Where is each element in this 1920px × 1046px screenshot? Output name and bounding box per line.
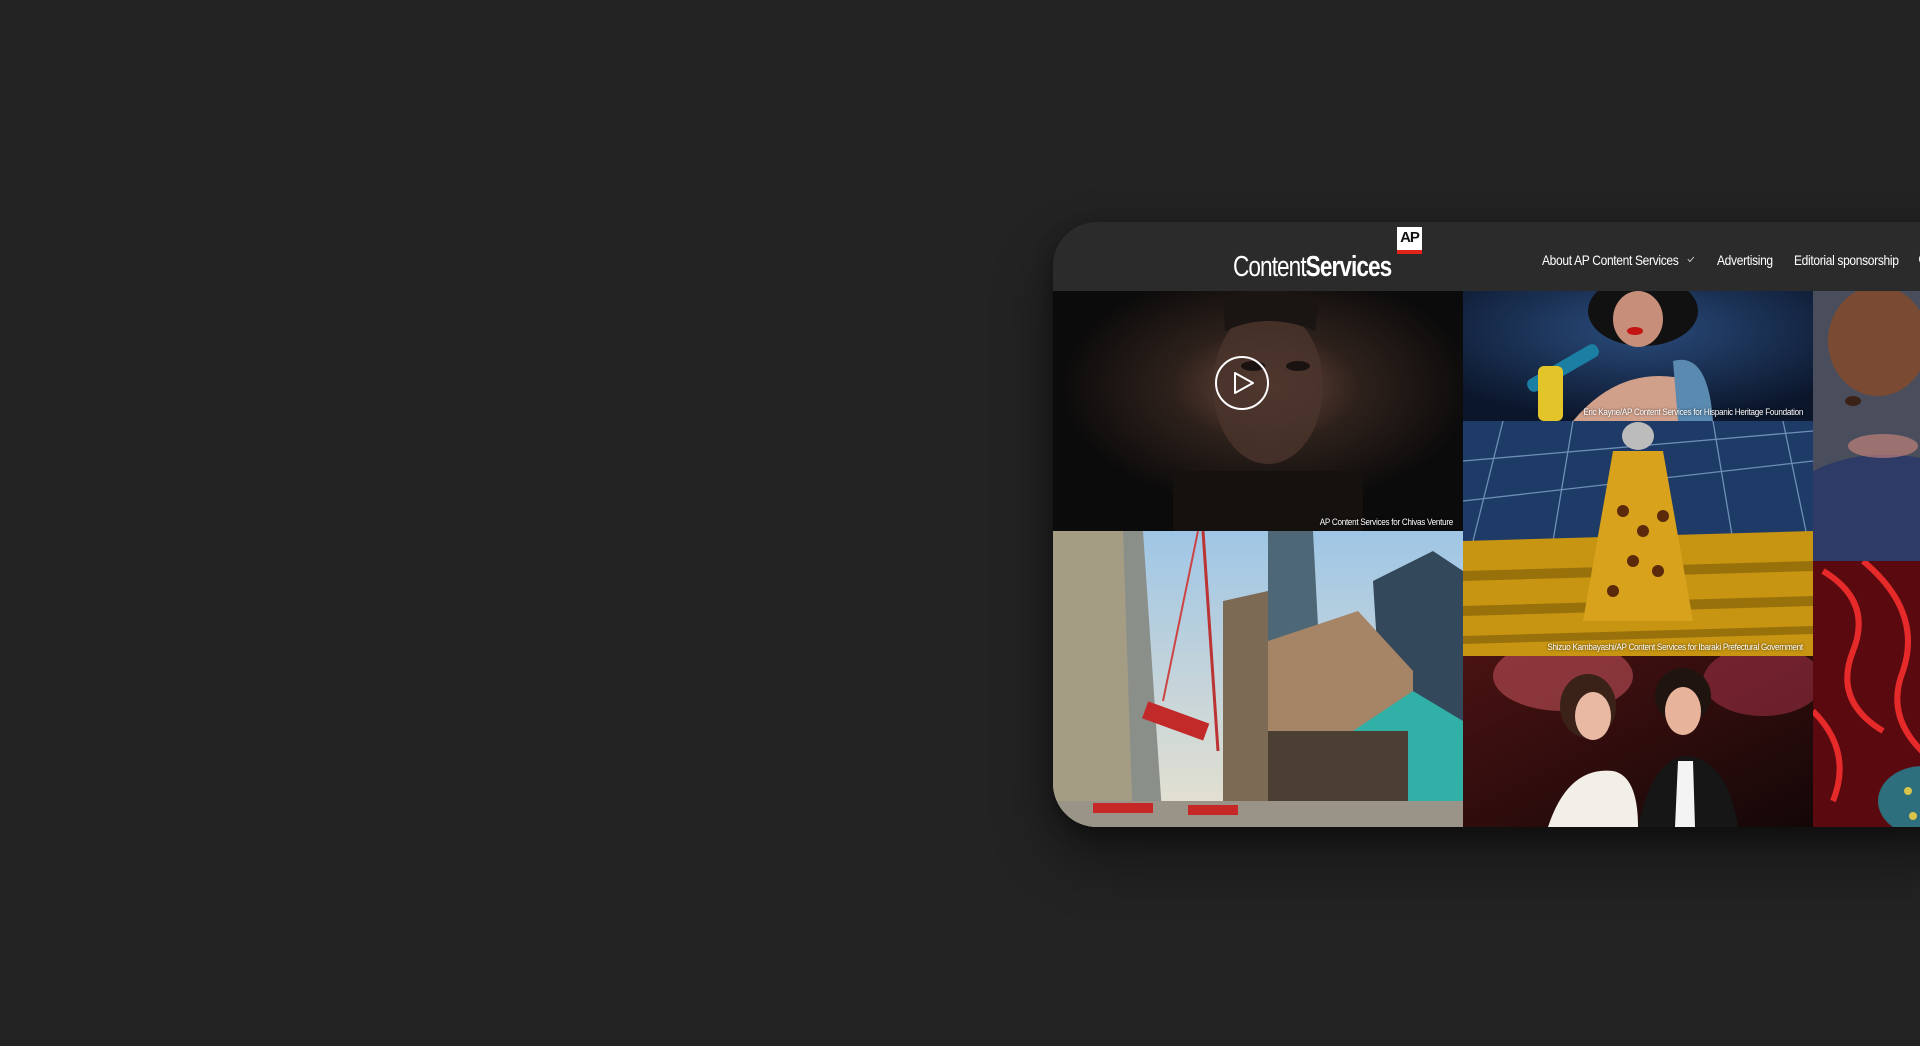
nav-item-advertising[interactable]: Advertising	[1717, 252, 1783, 268]
red-neon-image	[1813, 561, 1920, 827]
couple-event-image	[1463, 656, 1813, 827]
gallery-tile-photo[interactable]	[1463, 656, 1813, 827]
video-thumbnail-image	[1053, 291, 1463, 531]
play-button[interactable]	[1215, 356, 1269, 410]
gallery-tile-photo[interactable]	[1053, 531, 1463, 827]
gallery-tile-photo[interactable]	[1813, 561, 1920, 827]
photo-caption: Eric Kayne/AP Content Services for Hispa…	[1583, 407, 1803, 417]
play-icon	[1234, 372, 1254, 394]
main-nav: About AP Content Services Advertising Ed…	[1542, 252, 1920, 268]
street-crane-image	[1053, 531, 1463, 827]
nav-item-about[interactable]: About AP Content Services	[1542, 252, 1695, 268]
logo-wordmark: ContentServices	[1233, 251, 1393, 283]
gallery-tile-photo[interactable]: Eric Kayne/AP Content Services for Hispa…	[1463, 291, 1813, 421]
logo-text-services: Services	[1305, 251, 1393, 283]
logo-text-content: Content	[1233, 251, 1307, 283]
nav-label-advertising: Advertising	[1717, 252, 1773, 268]
photo-caption: AP Content Services for Chivas Venture	[1319, 517, 1453, 527]
ap-badge-red-bar	[1397, 250, 1422, 254]
ap-badge-text: AP	[1400, 229, 1420, 246]
chevron-down-icon	[1687, 254, 1695, 263]
ap-logo-badge: AP	[1397, 227, 1422, 254]
site-header: ContentServices AP About AP Content Serv…	[1053, 222, 1920, 291]
gallery-tile-video[interactable]: AP Content Services for Chivas Venture	[1053, 291, 1463, 531]
gallery-tile-photo[interactable]	[1813, 291, 1920, 561]
nav-label-about: About AP Content Services	[1542, 252, 1679, 268]
photo-caption: Shizuo Kambayashi/AP Content Services fo…	[1547, 642, 1803, 652]
nav-item-editorial-sponsorship[interactable]: Editorial sponsorship	[1794, 252, 1902, 268]
website-preview-frame: ContentServices AP About AP Content Serv…	[1053, 222, 1920, 827]
fashion-greenhouse-image	[1463, 421, 1813, 656]
page-background: ContentServices AP About AP Content Serv…	[0, 0, 1920, 1046]
nav-label-editorial-sponsorship: Editorial sponsorship	[1794, 252, 1899, 268]
singer-image	[1463, 291, 1813, 421]
gallery-tile-photo[interactable]: Shizuo Kambayashi/AP Content Services fo…	[1463, 421, 1813, 656]
child-portrait-image	[1813, 291, 1920, 561]
